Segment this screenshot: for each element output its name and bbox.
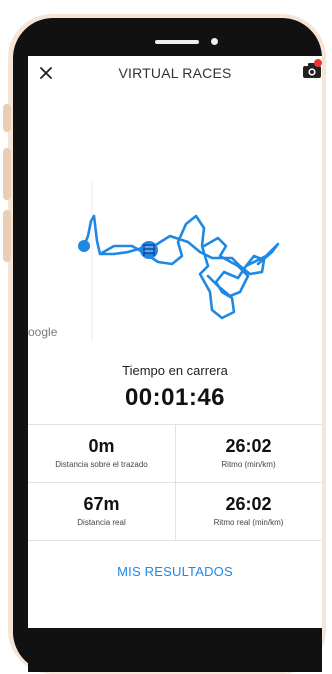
stat-real-distance: 67m Distancia real (28, 494, 175, 527)
page-title: VIRTUAL RACES (118, 65, 232, 81)
route-map-canvas (78, 180, 280, 341)
stat-value: 0m (88, 436, 115, 456)
stat-label: Distancia real (77, 518, 126, 527)
stat-pace: 26:02 Ritmo (min/km) (175, 436, 322, 469)
stat-label: Distancia sobre el trazado (55, 460, 148, 469)
app-screen: VIRTUAL RACES oogle Tiempo en carrera 00… (28, 56, 322, 628)
stat-label: Ritmo real (min/km) (213, 518, 284, 527)
speaker-grille (155, 40, 199, 44)
start-marker (78, 240, 90, 252)
phone-side-button (3, 104, 11, 132)
route-path (82, 214, 280, 320)
stat-real-pace: 26:02 Ritmo real (min/km) (175, 494, 322, 527)
phone-side-button (3, 148, 11, 200)
race-time: 00:01:46 (124, 384, 226, 411)
stat-value: 67m (83, 494, 120, 514)
route-map[interactable] (28, 96, 322, 341)
phone-notch (105, 18, 257, 56)
stat-track-distance: 0m Distancia sobre el trazado (28, 436, 175, 469)
stat-value: 26:02 (225, 494, 272, 514)
stats-grid: 0m Distancia sobre el trazado 26:02 Ritm… (28, 424, 322, 541)
notification-badge (314, 59, 322, 67)
camera-button[interactable] (302, 59, 322, 81)
top-bar: VIRTUAL RACES (28, 56, 322, 90)
google-attribution: oogle (28, 325, 58, 339)
finish-flag-marker (140, 241, 158, 259)
my-results-button[interactable]: MIS RESULTADOS (28, 564, 322, 579)
phone-side-button (3, 210, 11, 262)
front-camera (211, 38, 218, 45)
time-label: Tiempo en carrera (122, 363, 228, 378)
phone-bottom-bezel (28, 628, 322, 672)
stat-label: Ritmo (min/km) (221, 460, 276, 469)
stat-value: 26:02 (225, 436, 272, 456)
